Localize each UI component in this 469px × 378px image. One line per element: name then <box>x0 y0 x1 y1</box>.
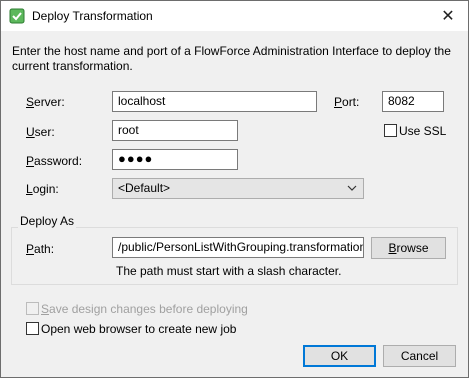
server-input[interactable]: localhost <box>112 91 317 112</box>
app-icon <box>9 8 25 24</box>
login-select[interactable]: <Default> <box>112 178 364 199</box>
chevron-down-icon <box>347 185 357 191</box>
path-label: Path: <box>26 242 55 256</box>
path-input[interactable]: /public/PersonListWithGrouping.transform… <box>112 237 364 258</box>
password-label: Password: <box>26 154 83 168</box>
ok-button[interactable]: OK <box>303 345 376 367</box>
open-browser-checkbox[interactable] <box>26 322 39 335</box>
server-label: Server: <box>26 95 65 109</box>
port-input[interactable]: 8082 <box>382 91 444 112</box>
open-browser-label: Open web browser to create new job <box>41 322 237 336</box>
save-design-checkbox[interactable] <box>26 302 39 315</box>
intro-text: Enter the host name and port of a FlowFo… <box>12 44 451 73</box>
window-title: Deploy Transformation <box>32 9 153 23</box>
close-icon: ✕ <box>441 8 455 25</box>
cancel-button[interactable]: Cancel <box>383 345 456 367</box>
browse-button[interactable]: Browse <box>371 237 446 259</box>
login-selected-value: <Default> <box>118 181 171 195</box>
user-label: User: <box>26 125 55 139</box>
deploy-as-title: Deploy As <box>18 214 77 228</box>
user-input[interactable]: root <box>112 120 238 141</box>
deploy-transformation-dialog: Deploy Transformation ✕ Enter the host n… <box>0 0 469 378</box>
use-ssl-checkbox[interactable] <box>384 124 397 137</box>
dialog-body: Enter the host name and port of a FlowFo… <box>1 31 468 377</box>
port-label: Port: <box>334 95 360 109</box>
close-button[interactable]: ✕ <box>434 4 462 28</box>
password-input[interactable]: ●●●● <box>112 149 238 170</box>
use-ssl-label: Use SSL <box>399 124 447 138</box>
title-bar: Deploy Transformation ✕ <box>1 1 468 31</box>
path-hint: The path must start with a slash charact… <box>116 264 342 278</box>
login-label: Login: <box>26 182 59 196</box>
save-design-label: Save design changes before deploying <box>41 302 248 316</box>
